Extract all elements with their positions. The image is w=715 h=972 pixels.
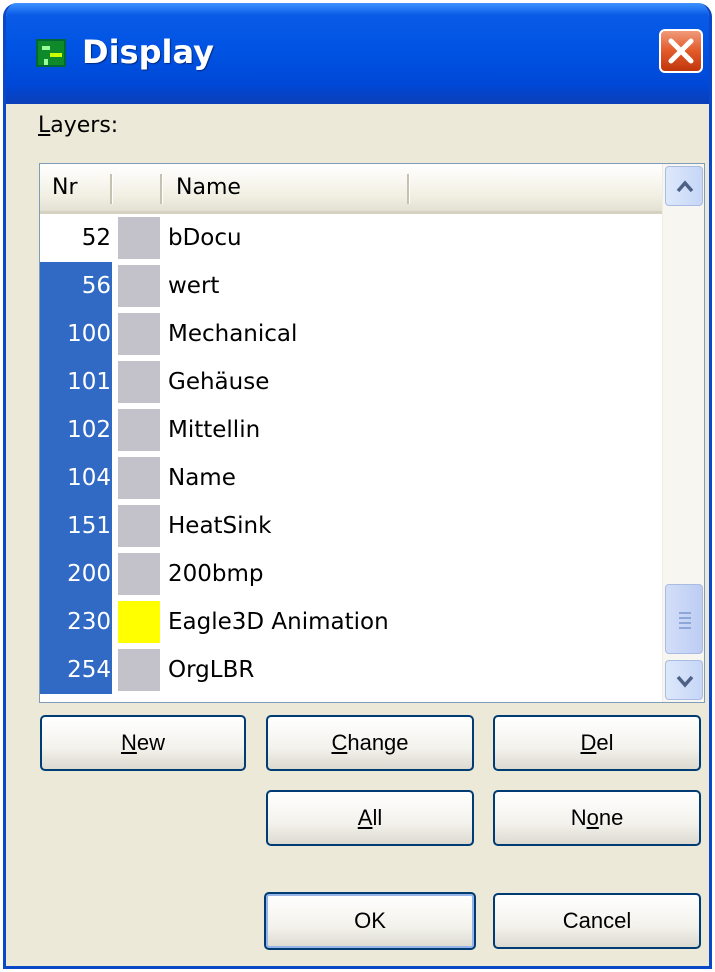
column-header-name[interactable]: Name [176, 164, 241, 211]
change-button[interactable]: Change [266, 715, 474, 771]
layer-number: 56 [40, 262, 112, 310]
cancel-button[interactable]: Cancel [493, 893, 701, 949]
layer-number: 104 [40, 454, 112, 502]
scroll-thumb[interactable] [665, 584, 703, 654]
layers-label: Layers: [38, 113, 119, 138]
layer-number: 102 [40, 406, 112, 454]
table-row[interactable]: 101 Gehäuse [40, 358, 662, 406]
layer-name: Eagle3D Animation [168, 609, 389, 635]
layer-rows: 52 bDocu 56 wert 100 Mechanical 101 Gehäuse 102 M… [40, 214, 662, 694]
layer-color-swatch [118, 457, 160, 499]
layer-name: HeatSink [168, 513, 272, 539]
layer-color-swatch [118, 313, 160, 355]
table-row[interactable]: 52 bDocu [40, 214, 662, 262]
vertical-scrollbar[interactable] [662, 164, 704, 702]
column-separator[interactable] [407, 174, 410, 204]
table-row[interactable]: 200 200bmp [40, 550, 662, 598]
layer-number: 52 [81, 225, 111, 251]
new-button[interactable]: New [40, 715, 246, 771]
layer-number: 200 [40, 550, 112, 598]
layer-name: Mechanical [168, 321, 298, 347]
close-button[interactable] [659, 29, 703, 73]
table-row[interactable]: 230 Eagle3D Animation [40, 598, 662, 646]
arrow-down-icon [676, 675, 694, 688]
layer-number: 254 [40, 646, 112, 694]
title-bar[interactable]: Display [6, 3, 709, 104]
layer-name: OrgLBR [168, 657, 255, 683]
table-row[interactable]: 151 HeatSink [40, 502, 662, 550]
none-button[interactable]: None [493, 790, 701, 846]
table-row[interactable]: 254 OrgLBR [40, 646, 662, 694]
column-header-nr[interactable]: Nr [52, 164, 78, 211]
layer-color-swatch [118, 409, 160, 451]
layer-name: Mittellin [168, 417, 261, 443]
layer-name: Gehäuse [168, 369, 270, 395]
all-button[interactable]: All [266, 790, 474, 846]
layer-number: 230 [40, 598, 112, 646]
layer-color-swatch [118, 553, 160, 595]
scroll-down-button[interactable] [665, 660, 703, 700]
layer-color-swatch [118, 505, 160, 547]
layer-color-swatch [118, 265, 160, 307]
layer-name: 200bmp [168, 561, 264, 587]
table-row[interactable]: 56 wert [40, 262, 662, 310]
del-button[interactable]: Del [493, 715, 701, 771]
list-header: Nr Name [40, 164, 662, 214]
layer-number: 151 [40, 502, 112, 550]
layer-color-swatch [118, 361, 160, 403]
arrow-up-icon [676, 180, 694, 193]
ok-button[interactable]: OK [264, 892, 476, 950]
layer-number: 101 [40, 358, 112, 406]
table-row[interactable]: 102 Mittellin [40, 406, 662, 454]
layer-name: wert [168, 273, 220, 299]
close-icon [668, 38, 694, 64]
layer-color-swatch [118, 217, 160, 259]
eagle-app-icon [36, 39, 66, 67]
layer-color-swatch [118, 649, 160, 691]
layers-list[interactable]: Nr Name 52 bDocu 56 wert 100 Mechanical 101 Geh… [39, 163, 705, 703]
layer-name: bDocu [168, 225, 242, 251]
layer-number: 100 [40, 310, 112, 358]
column-separator[interactable] [110, 174, 113, 204]
column-separator[interactable] [160, 174, 163, 204]
table-row[interactable]: 104 Name [40, 454, 662, 502]
layer-name: Name [168, 465, 236, 491]
display-dialog: Display Layers: Nr Name 52 bDocu 56 wert 100… [3, 3, 712, 969]
layer-color-swatch [118, 601, 160, 643]
scroll-up-button[interactable] [665, 166, 703, 206]
window-title: Display [82, 33, 214, 71]
table-row[interactable]: 100 Mechanical [40, 310, 662, 358]
